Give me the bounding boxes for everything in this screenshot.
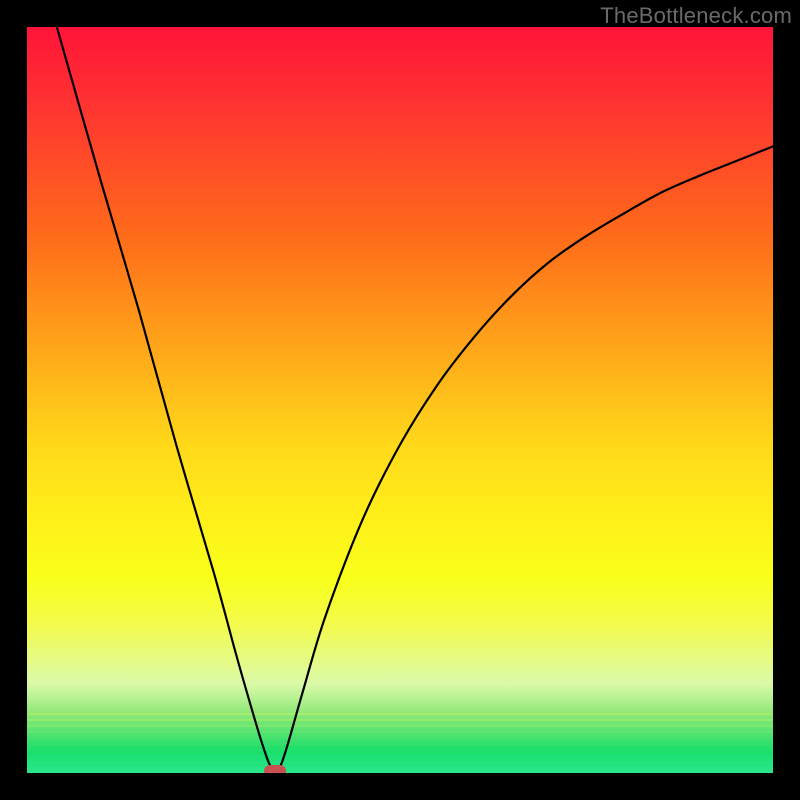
min-marker [264,765,286,773]
watermark-text: TheBottleneck.com [600,3,792,29]
chart-frame: TheBottleneck.com [0,0,800,800]
background-gradient [27,27,773,773]
plot-area [27,27,773,773]
